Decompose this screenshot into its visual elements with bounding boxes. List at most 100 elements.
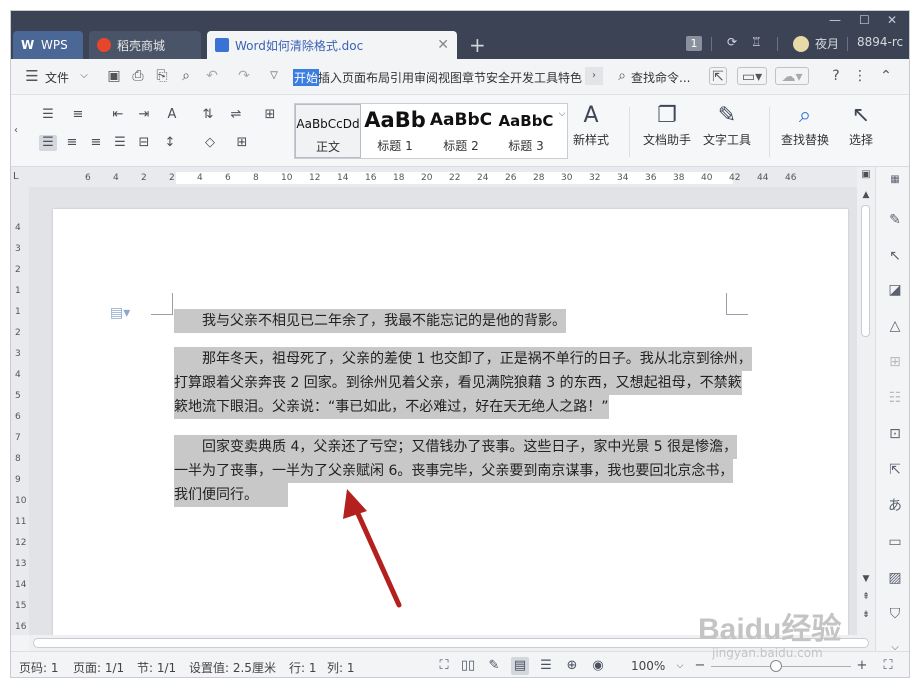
decrease-indent-icon[interactable]: ⇤ <box>109 107 127 123</box>
shapes-icon[interactable]: ◪ <box>886 281 904 299</box>
prev-page-icon[interactable]: ⇞ <box>857 589 875 605</box>
page-count[interactable]: 页面: 1/1 <box>73 659 124 676</box>
pointer-icon[interactable]: ↖ <box>886 247 904 265</box>
docked-window-icon[interactable]: ▭▾ <box>737 67 767 85</box>
fullscreen-icon[interactable]: ⛶ <box>435 657 453 675</box>
document-area[interactable]: 4 3 2 1 1 2 3 4 5 6 7 8 9 10 11 12 13 14 15 16 ▤▾ 我与父亲不相见已二… <box>11 187 857 635</box>
vertical-ruler[interactable]: 4 3 2 1 1 2 3 4 5 6 7 8 9 10 11 12 13 14 15 16 <box>11 187 29 635</box>
text-tools-button[interactable]: ✎ 文字工具 <box>703 101 751 148</box>
search-icon[interactable]: ⌕ <box>613 67 631 85</box>
table-icon[interactable]: ⊞ <box>886 353 904 371</box>
page-view-icon[interactable]: ▤ <box>511 657 529 675</box>
align-left-icon[interactable]: ☰ <box>39 135 57 151</box>
ruler-toggle-icon[interactable]: ▣ <box>857 167 875 183</box>
tab-document[interactable]: Word如何清除格式.doc ✕ <box>207 31 457 59</box>
save-icon[interactable]: ▣ <box>105 67 123 85</box>
archive-icon[interactable]: ▭ <box>886 533 904 551</box>
column-info[interactable]: 列: 1 <box>327 659 355 676</box>
style-normal[interactable]: AaBbCcDd 正文 <box>295 104 361 158</box>
translate-icon[interactable]: あ <box>886 497 904 515</box>
style-heading-2[interactable]: AaBbC 标题 2 <box>428 104 494 158</box>
zoom-slider-knob[interactable] <box>770 660 782 672</box>
tab-special[interactable]: 特色 <box>558 69 582 86</box>
line-spacing-icon[interactable]: ⇌ <box>227 107 245 123</box>
tab-page-layout[interactable]: 页面布局 <box>342 69 390 86</box>
write-mode-icon[interactable]: ✎ <box>485 657 503 675</box>
shield-icon[interactable]: ⛉ <box>886 605 904 623</box>
shading-icon[interactable]: ◇ <box>201 135 219 151</box>
row-info[interactable]: 行: 1 <box>289 659 317 676</box>
style-heading-1[interactable]: AaBb 标题 1 <box>362 104 428 158</box>
scroll-thumb[interactable] <box>861 205 870 337</box>
collapse-ribbon-icon[interactable]: ⌃ <box>877 67 895 85</box>
document-page[interactable]: ▤▾ 我与父亲不相见已二年余了，我最不能忘记的是他的背影。 那年冬天，祖母死了，… <box>53 209 848 635</box>
align-center-icon[interactable]: ≡ <box>63 135 81 151</box>
hamburger-icon[interactable]: ☰ <box>23 67 41 85</box>
outline-view-icon[interactable]: ☰ <box>537 657 555 675</box>
justify-icon[interactable]: ☰ <box>111 135 129 151</box>
fit-window-icon[interactable]: ⛶ <box>879 657 897 675</box>
web-view-icon[interactable]: ⊕ <box>563 657 581 675</box>
image-icon[interactable]: ▨ <box>886 569 904 587</box>
vertical-scrollbar[interactable]: ▣ ▲ ▼ ⇞ ⇟ <box>857 167 875 635</box>
maximize-button[interactable]: ☐ <box>859 13 870 27</box>
style-gallery-more-icon[interactable]: ⌵ <box>557 106 567 122</box>
distributed-icon[interactable]: ⊟ <box>135 135 153 151</box>
chevron-right-icon[interactable]: › <box>585 67 603 85</box>
share-icon[interactable]: ⇱ <box>886 461 904 479</box>
customize-quick-access-icon[interactable]: ▽ <box>265 67 283 85</box>
ribbon-scroll-left-icon[interactable]: ‹ <box>11 123 21 139</box>
next-page-icon[interactable]: ⇟ <box>857 607 875 623</box>
increase-indent-icon[interactable]: ⇥ <box>135 107 153 123</box>
list-icon[interactable]: ☷ <box>886 389 904 407</box>
text-direction-icon[interactable]: A <box>163 107 181 123</box>
format-icon[interactable]: △ <box>886 317 904 335</box>
new-tab-button[interactable]: + <box>469 33 486 57</box>
export-pdf-icon[interactable]: ⎙ <box>129 67 147 85</box>
document-icon[interactable]: ⊡ <box>886 425 904 443</box>
reading-mode-icon[interactable]: ▯▯ <box>459 657 477 675</box>
zoom-level[interactable]: 100% <box>631 659 665 673</box>
table-icon[interactable]: ⊞ <box>261 107 279 123</box>
sort-icon[interactable]: ⇅ <box>199 107 217 123</box>
shirt-icon[interactable]: ♖ <box>751 35 762 49</box>
zoom-in-icon[interactable]: + <box>853 657 871 675</box>
file-menu[interactable]: 文件 <box>45 69 69 86</box>
zoom-menu-icon[interactable]: ⌵ <box>671 657 689 675</box>
cloud-icon[interactable]: ⟳ <box>727 35 737 49</box>
paragraph-3[interactable]: 回家变卖典质 4，父亲还了亏空；又借钱办了丧事。这些日子，家中光景 5 很是惨澹… <box>174 435 738 507</box>
tab-store[interactable]: 稻壳商城 <box>89 31 201 59</box>
chevron-down-icon[interactable]: ⌵ <box>75 67 93 85</box>
new-style-button[interactable]: A 新样式 <box>573 101 609 148</box>
tab-home[interactable]: 开始 <box>293 69 320 86</box>
tab-references[interactable]: 引用 <box>390 69 414 86</box>
tab-security[interactable]: 安全 <box>486 69 510 86</box>
help-icon[interactable]: ? <box>827 67 845 85</box>
tab-review[interactable]: 审阅 <box>414 69 438 86</box>
print-preview-icon[interactable]: ⌕ <box>177 67 195 85</box>
close-window-button[interactable]: ✕ <box>887 13 897 27</box>
undo-icon[interactable]: ↶ <box>203 67 221 85</box>
tab-stop-selector[interactable]: L <box>13 171 19 182</box>
borders-icon[interactable]: ⊞ <box>233 135 251 151</box>
section-info[interactable]: 节: 1/1 <box>137 659 176 676</box>
paragraph-handle-icon[interactable]: ▤▾ <box>110 305 130 321</box>
horizontal-ruler[interactable]: L 6 4 2 2 4 6 8 10 12 14 16 18 20 22 24 26 28 30 32 34 36 38 4… <box>11 167 866 187</box>
user-avatar[interactable]: 夜月 <box>793 35 839 52</box>
paragraph-2[interactable]: 那年冬天，祖母死了，父亲的差使 1 也交卸了，正是祸不单行的日子。我从北京到徐州… <box>174 347 752 419</box>
share-icon[interactable]: ⇱ <box>709 67 727 85</box>
window-count-badge[interactable]: 1 <box>686 36 702 51</box>
more-icon[interactable]: ⋮ <box>851 67 869 85</box>
tab-view[interactable]: 视图 <box>438 69 462 86</box>
scroll-up-icon[interactable]: ▲ <box>857 187 875 203</box>
tab-developer[interactable]: 开发工具 <box>510 69 558 86</box>
align-right-icon[interactable]: ≡ <box>87 135 105 151</box>
zoom-out-icon[interactable]: − <box>691 657 709 675</box>
page-number[interactable]: 页码: 1 <box>19 659 59 676</box>
tab-insert[interactable]: 插入 <box>318 69 342 86</box>
find-replace-button[interactable]: ⌕ 查找替换 <box>781 101 829 148</box>
pen-icon[interactable]: ✎ <box>886 211 904 229</box>
doc-helper-button[interactable]: ❐ 文档助手 <box>643 101 691 148</box>
select-button[interactable]: ↖ 选择 <box>849 101 873 148</box>
tab-chapter[interactable]: 章节 <box>462 69 486 86</box>
